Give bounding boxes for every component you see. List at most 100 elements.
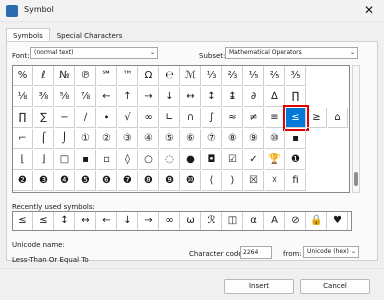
recent-symbol-cell[interactable]: 🔒: [307, 212, 327, 230]
symbol-cell[interactable]: ❻: [97, 171, 117, 191]
recent-symbol-cell[interactable]: ↕: [55, 212, 75, 230]
symbol-cell[interactable]: ∏: [286, 87, 306, 107]
symbol-cell[interactable]: ❷: [13, 171, 33, 191]
symbol-cell[interactable]: ☓: [265, 171, 285, 191]
symbol-cell[interactable]: □: [55, 150, 75, 170]
symbol-cell[interactable]: ⌊: [13, 150, 33, 170]
symbol-cell[interactable]: ∑: [34, 108, 54, 128]
symbol-cell[interactable]: ☒: [244, 171, 264, 191]
symbol-cell[interactable]: ⌋: [34, 150, 54, 170]
symbol-cell[interactable]: ↕: [202, 87, 222, 107]
symbol-cell[interactable]: ≈: [223, 108, 243, 128]
recent-symbol-cell[interactable]: α: [244, 212, 264, 230]
tab-special-characters[interactable]: Special Characters: [50, 28, 130, 42]
symbol-cell[interactable]: ↓: [160, 87, 180, 107]
subset-dropdown[interactable]: Mathematical Operators ⌄: [225, 47, 358, 59]
scrollbar-thumb[interactable]: [354, 172, 358, 186]
symbol-cell[interactable]: ⌐: [13, 129, 33, 149]
recent-symbol-cell[interactable]: ≤: [34, 212, 54, 230]
symbol-cell[interactable]: ℓ: [34, 66, 54, 86]
insert-button[interactable]: Insert: [224, 279, 294, 294]
recent-symbols-row[interactable]: ≤ ≤ ↕ ↔ ← ↓ → ∞ ω ℛ ◫ α A ⊘ 🔒 ♥: [12, 211, 352, 231]
symbol-cell[interactable]: ✓: [244, 150, 264, 170]
recent-symbol-cell[interactable]: ↔: [76, 212, 96, 230]
symbol-cell[interactable]: ≡: [265, 108, 285, 128]
symbol-cell[interactable]: ❾: [160, 171, 180, 191]
symbol-cell[interactable]: ◌: [160, 150, 180, 170]
symbol-cell[interactable]: ❶: [286, 150, 306, 170]
symbol-cell[interactable]: ≠: [244, 108, 264, 128]
symbol-cell[interactable]: Ω: [139, 66, 159, 86]
symbol-cell[interactable]: ❹: [55, 171, 75, 191]
symbol-cell[interactable]: ⑥: [181, 129, 201, 149]
symbol-cell[interactable]: ◊: [118, 150, 138, 170]
symbol-cell[interactable]: ⅛: [13, 87, 33, 107]
symbol-cell[interactable]: ●: [181, 150, 201, 170]
grid-scrollbar[interactable]: [352, 65, 360, 193]
recent-symbol-cell[interactable]: →: [139, 212, 159, 230]
recent-symbol-cell[interactable]: ◫: [223, 212, 243, 230]
symbol-cell[interactable]: −: [55, 108, 75, 128]
symbol-cell[interactable]: ⑦: [202, 129, 222, 149]
symbol-cell[interactable]: ⅕: [244, 66, 264, 86]
symbol-cell[interactable]: ④: [139, 129, 159, 149]
symbol-cell[interactable]: ∞: [139, 108, 159, 128]
symbol-cell[interactable]: 🏆: [265, 150, 285, 170]
symbol-cell[interactable]: ↑: [118, 87, 138, 107]
symbol-cell[interactable]: ▪: [76, 150, 96, 170]
recent-symbol-cell[interactable]: ω: [181, 212, 201, 230]
symbol-cell[interactable]: √: [118, 108, 138, 128]
symbol-cell[interactable]: ⅝: [55, 87, 75, 107]
symbol-cell[interactable]: ⑨: [244, 129, 264, 149]
symbol-cell[interactable]: ○: [139, 150, 159, 170]
symbol-cell[interactable]: ⑤: [160, 129, 180, 149]
symbol-cell[interactable]: ⅗: [286, 66, 306, 86]
symbol-grid[interactable]: % ℓ № ℗ ℠ ™ Ω ℮ ℳ ⅓ ⅔ ⅕ ⅖ ⅗ ⅛ ⅜ ⅝ ⅞ ← ↑ → ↓ ↔ ↕ ↨ ∂ ∆ ∏ ∏ ∑ − ∕ ∙ √ ∞ ∟ ∩ ∫ ≈ ≠…: [12, 65, 350, 193]
from-dropdown[interactable]: Unicode (hex) ⌄: [303, 246, 359, 258]
symbol-cell[interactable]: ∫: [202, 108, 222, 128]
symbol-cell[interactable]: ∆: [265, 87, 285, 107]
symbol-cell[interactable]: →: [139, 87, 159, 107]
symbol-cell[interactable]: ⌂: [328, 108, 348, 128]
symbol-cell[interactable]: ∕: [76, 108, 96, 128]
symbol-cell[interactable]: ⑧: [223, 129, 243, 149]
symbol-cell[interactable]: ⑩: [265, 129, 285, 149]
symbol-cell[interactable]: ⅞: [76, 87, 96, 107]
tab-symbols[interactable]: Symbols: [6, 28, 50, 42]
character-code-input[interactable]: 2264: [240, 246, 272, 259]
symbol-cell[interactable]: ❸: [34, 171, 54, 191]
symbol-cell[interactable]: ☑: [223, 150, 243, 170]
symbol-cell[interactable]: ∏: [13, 108, 33, 128]
symbol-cell[interactable]: ❽: [139, 171, 159, 191]
symbol-cell[interactable]: ⌡: [55, 129, 75, 149]
symbol-cell[interactable]: ﬁ: [286, 171, 306, 191]
symbol-cell[interactable]: ↔: [181, 87, 201, 107]
recent-symbol-cell[interactable]: ≤: [13, 212, 33, 230]
symbol-cell[interactable]: ⅖: [265, 66, 285, 86]
recent-symbol-cell[interactable]: ℛ: [202, 212, 222, 230]
symbol-cell[interactable]: ∙: [97, 108, 117, 128]
symbol-cell[interactable]: ←: [97, 87, 117, 107]
symbol-cell[interactable]: ❿: [181, 171, 201, 191]
symbol-cell[interactable]: ⟩: [223, 171, 243, 191]
symbol-cell[interactable]: ℗: [76, 66, 96, 86]
symbol-cell[interactable]: ℮: [160, 66, 180, 86]
symbol-cell[interactable]: ▫: [97, 150, 117, 170]
recent-symbol-cell[interactable]: ♥: [328, 212, 348, 230]
symbol-cell[interactable]: ℳ: [181, 66, 201, 86]
symbol-cell[interactable]: ③: [118, 129, 138, 149]
symbol-cell[interactable]: ◘: [202, 150, 222, 170]
close-icon[interactable]: ✕: [364, 3, 374, 17]
symbol-cell[interactable]: ∟: [160, 108, 180, 128]
recent-symbol-cell[interactable]: ∞: [160, 212, 180, 230]
symbol-cell[interactable]: ❼: [118, 171, 138, 191]
recent-symbol-cell[interactable]: ⊘: [286, 212, 306, 230]
symbol-cell[interactable]: №: [55, 66, 75, 86]
symbol-cell[interactable]: ▪: [286, 129, 306, 149]
symbol-cell[interactable]: ↨: [223, 87, 243, 107]
symbol-cell[interactable]: ⌠: [34, 129, 54, 149]
symbol-cell[interactable]: ⅔: [223, 66, 243, 86]
symbol-cell[interactable]: ⟨: [202, 171, 222, 191]
symbol-cell[interactable]: ⅓: [202, 66, 222, 86]
recent-symbol-cell[interactable]: ↓: [118, 212, 138, 230]
